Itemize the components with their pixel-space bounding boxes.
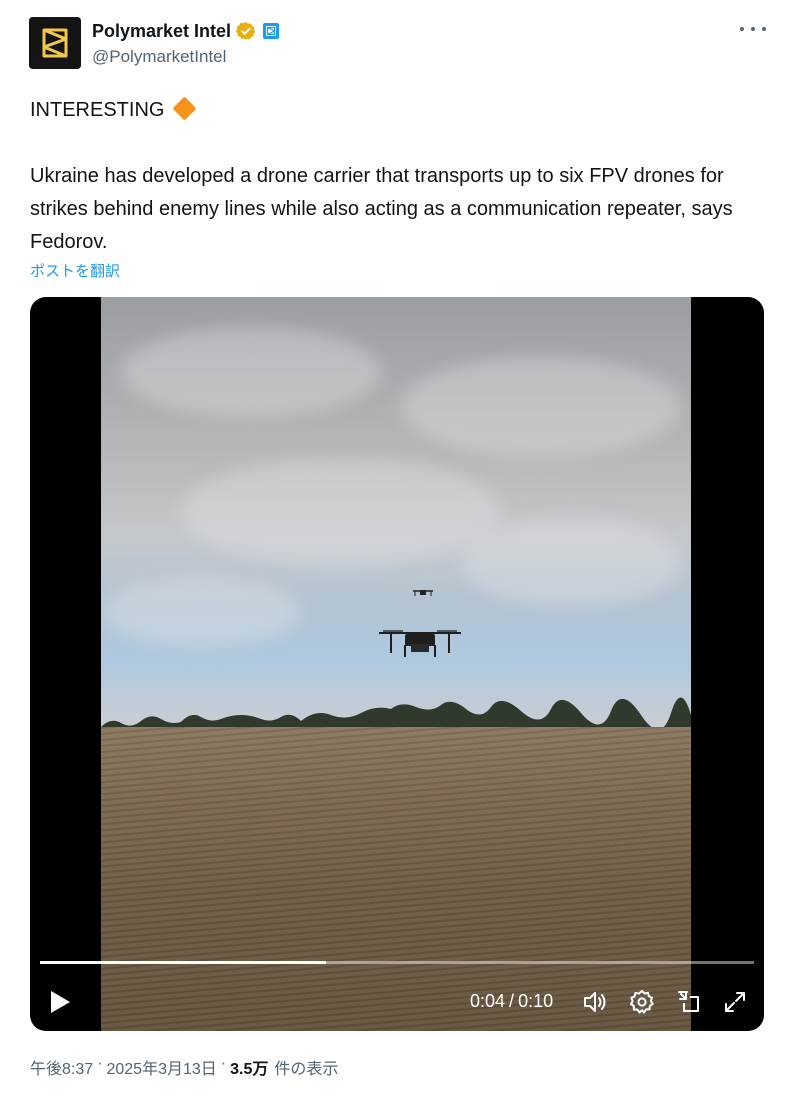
translate-post-link[interactable]: ポストを翻訳 (30, 260, 120, 281)
video-time: 0:04 / 0:10 (470, 991, 553, 1012)
tweet: Polymarket Intel @PolymarketIntel INTERE… (0, 0, 800, 1095)
cloud (401, 357, 681, 457)
video-duration: 0:10 (518, 991, 554, 1011)
meta-separator: · (220, 1055, 227, 1072)
more-dot (740, 27, 744, 31)
settings-icon[interactable] (629, 989, 655, 1015)
video-progress-fill (40, 961, 326, 964)
fullscreen-icon[interactable] (722, 989, 748, 1015)
video-time-separator: / (509, 991, 515, 1011)
cloud (461, 517, 681, 607)
display-name[interactable]: Polymarket Intel (92, 21, 231, 42)
more-options-icon[interactable] (740, 19, 766, 39)
views-label: 件の表示 (274, 1061, 339, 1078)
tweet-body: Ukraine has developed a drone carrier th… (30, 165, 733, 253)
orange-diamond-icon (172, 96, 197, 121)
author-handle[interactable]: @PolymarketIntel (92, 47, 226, 67)
cloud (101, 577, 301, 647)
verified-badge-icon[interactable] (235, 21, 256, 41)
video-progress-bar[interactable] (40, 961, 754, 964)
play-icon[interactable] (48, 989, 72, 1015)
tweet-text: INTERESTING Ukraine has developed a dron… (30, 94, 770, 259)
video-frame[interactable] (101, 297, 691, 1031)
tweet-headline-line: INTERESTING (30, 94, 770, 127)
meta-separator: · (97, 1055, 103, 1072)
avatar[interactable] (29, 17, 81, 69)
volume-icon[interactable] (582, 989, 608, 1015)
tweet-time[interactable]: 午後8:37 (30, 1055, 93, 1079)
tweet-date[interactable]: 2025年3月13日 (106, 1055, 216, 1079)
affiliate-badge-icon[interactable] (262, 22, 280, 40)
more-dot (762, 27, 766, 31)
cloud (121, 327, 381, 417)
views-count[interactable]: 3.5万 (230, 1055, 268, 1079)
video-player[interactable]: 0:04 / 0:10 (30, 297, 764, 1031)
carrier-drone-icon (379, 630, 461, 657)
author-name-row[interactable]: Polymarket Intel (92, 19, 280, 43)
tweet-headline: INTERESTING (30, 99, 165, 121)
picture-in-picture-icon[interactable] (676, 989, 702, 1015)
cloud (181, 457, 501, 567)
tweet-meta: 午後8:37 · 2025年3月13日 · 3.5万 件の表示 (30, 1055, 338, 1079)
video-current-time: 0:04 (470, 991, 506, 1011)
small-drone-icon (413, 590, 433, 596)
polymarket-logo-icon (29, 17, 81, 69)
field-texture (101, 727, 691, 1031)
more-dot (751, 27, 755, 31)
